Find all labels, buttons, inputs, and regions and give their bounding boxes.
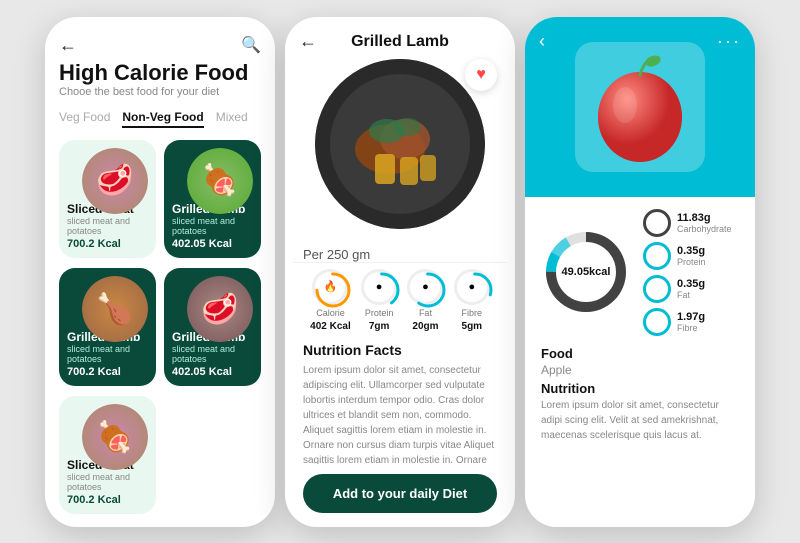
nutrition-section-title: Nutrition [541,381,739,396]
food-card-3[interactable]: 🍗 Grilled Lamb sliced meat and potatoes … [59,268,156,386]
food-section: Food Apple [541,346,739,377]
fibre-val-s3: 1.97g [677,311,705,323]
fat-value: 20gm [412,321,438,332]
fat-name-s3: Fat [677,290,705,300]
tab-nonveg[interactable]: Non-Veg Food [122,108,203,128]
add-to-diet-button[interactable]: Add to your daily Diet [303,474,497,513]
screen2-back-button[interactable]: ← [299,31,317,52]
fibre-value: 5gm [462,321,483,332]
food-image-4: 🥩 [187,276,253,342]
legend-fat: 0.35g Fat [643,275,732,303]
heart-icon: ♥ [476,66,486,84]
fat-text: 0.35g Fat [677,278,705,300]
fibre-circle-s3 [643,308,671,336]
per-label: Per 250 gm [303,247,370,262]
food-card-1[interactable]: 🥩 Sliced meat sliced meat and potatoes 7… [59,140,156,258]
food-grid: 🥩 Sliced meat sliced meat and potatoes 7… [59,140,261,517]
carb-name: Carbohydrate [677,224,732,234]
donut-center: 49.05kcal [562,266,611,278]
food-image-5: 🍖 [82,404,148,470]
nutrients-row: 🔥 Calorie 402 Kcal ● Protein 7gm [293,262,507,342]
food-section-title: Food [541,346,739,361]
food-kcal-3: 700.2 Kcal [67,366,148,378]
screen-1: ← 🔍 High Calorie Food Chooe the best foo… [45,17,275,527]
fat-circle-s3 [643,275,671,303]
food-kcal-2: 402.05 Kcal [172,238,253,250]
more-options-button[interactable]: ··· [717,31,741,52]
food-name-s3: Apple [541,363,739,377]
nutrient-fat: ● Fat 20gm [407,269,443,332]
page-subtitle: Chooe the best food for your diet [59,86,261,98]
food-kcal-4: 402.05 Kcal [172,366,253,378]
fat-circle: ● [407,269,443,305]
nutrition-section: Nutrition Lorem ipsum dolor sit amet, co… [541,381,739,443]
screen-2: ← Grilled Lamb [285,17,515,527]
protein-circle: ● [361,269,397,305]
protein-name-s3: Protein [677,257,706,267]
carb-circle [643,209,671,237]
protein-text: 0.35g Protein [677,245,706,267]
calorie-value: 402 Kcal [310,321,351,332]
screen-3: ‹ ··· [525,17,755,527]
tab-mixed[interactable]: Mixed [216,108,248,128]
carb-text: 11.83g Carbohydrate [677,212,732,234]
protein-value: 7gm [369,321,390,332]
legend-fibre: 1.97g Fibre [643,308,732,336]
screen2-food-image [315,59,485,229]
legend-carb: 11.83g Carbohydrate [643,209,732,237]
food-card-4[interactable]: 🥩 Grilled Lamb sliced meat and potatoes … [164,268,261,386]
food-card-2[interactable]: 🍖 Grilled Lamb sliced meat and potatoes … [164,140,261,258]
screen2-title: Grilled Lamb [351,33,449,51]
page-title: High Calorie Food [59,60,261,86]
tab-veg[interactable]: Veg Food [59,108,110,128]
chart-row: 49.05kcal 11.83g Carbohydrate [541,209,739,336]
food-desc-3: sliced meat and potatoes [67,344,148,364]
food-image-2: 🍖 [187,148,253,214]
nutrition-text: Lorem ipsum dolor sit amet, consectetur … [285,363,515,464]
food-desc-5: sliced meat and potatoes [67,472,148,492]
chart-legend: 11.83g Carbohydrate 0.35g Protein [643,209,732,336]
nutrient-calorie: 🔥 Calorie 402 Kcal [310,269,351,332]
screen3-food-image [575,42,705,172]
nutrition-title: Nutrition Facts [285,342,515,363]
protein-circle-s3 [643,242,671,270]
screen2-header: ← Grilled Lamb [285,17,515,59]
fibre-text: 1.97g Fibre [677,311,705,333]
tab-bar: Veg Food Non-Veg Food Mixed [59,108,261,128]
nutrition-text-s3: Lorem ipsum dolor sit amet, consectetur … [541,398,739,443]
screens-container: ← 🔍 High Calorie Food Chooe the best foo… [0,0,800,543]
fat-val-s3: 0.35g [677,278,705,290]
food-card-5[interactable]: 🍖 Sliced meat sliced meat and potatoes 7… [59,396,156,514]
protein-val-s3: 0.35g [677,245,706,257]
food-image-3: 🍗 [82,276,148,342]
screen3-top: ‹ ··· [525,17,755,197]
screen3-bottom: 49.05kcal 11.83g Carbohydrate [525,197,755,527]
food-kcal-5: 700.2 Kcal [67,494,148,506]
food-kcal-1: 700.2 Kcal [67,238,148,250]
carb-val: 11.83g [677,212,732,224]
fibre-circle: ● [454,269,490,305]
donut-kcal: 49.05kcal [562,266,611,278]
food-desc-4: sliced meat and potatoes [172,344,253,364]
favorite-button[interactable]: ♥ [465,59,497,91]
nutrient-fibre: ● Fibre 5gm [454,269,490,332]
calorie-circle: 🔥 [312,269,348,305]
food-desc-1: sliced meat and potatoes [67,216,148,236]
food-image-1: 🥩 [82,148,148,214]
search-button[interactable]: 🔍 [241,35,261,55]
screen3-back-button[interactable]: ‹ [539,31,545,52]
fibre-name-s3: Fibre [677,323,705,333]
food-desc-2: sliced meat and potatoes [172,216,253,236]
back-button[interactable]: ← [59,35,77,56]
donut-chart: 49.05kcal [541,227,631,317]
nutrient-protein: ● Protein 7gm [361,269,397,332]
legend-protein: 0.35g Protein [643,242,732,270]
